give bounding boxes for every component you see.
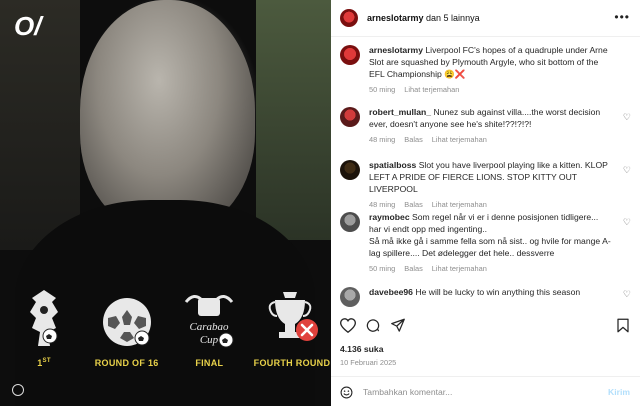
post-side-panel: arneslotarmy dan 5 lainnya ••• arneslota… [331,0,640,406]
avatar[interactable] [340,107,360,127]
see-translation-link[interactable]: Lihat terjemahan [432,264,487,273]
comment-text: spatialboss Slot you have liverpool play… [369,160,608,194]
comment-text: arneslotarmy Liverpool FC's hopes of a q… [369,45,608,79]
caption-comment: arneslotarmy Liverpool FC's hopes of a q… [340,44,620,94]
add-comment-bar: Kirim [331,376,640,407]
list-item: davebee96 He will be lucky to win anythi… [340,286,620,307]
trophy-label-carabao-cup: FINAL [195,358,224,368]
post-comment-button[interactable]: Kirim [608,387,630,397]
carabao-text: Carabao [190,321,230,333]
like-comment-heart-icon[interactable]: ♡ [623,165,631,176]
post-actions [331,314,640,340]
comment-text: robert_mullan_ Nunez sub against villa..… [369,107,601,129]
tagged-user-icon[interactable] [12,384,24,396]
carabao-cup-icon: Carabao Cup [185,295,234,348]
trophy-premier-league: 1ST [8,288,80,368]
comment-time: 48 ming [369,200,396,209]
manager-head [80,0,255,230]
comment-text: davebee96 He will be lucky to win anythi… [369,287,581,297]
comment-time: 48 ming [369,135,396,144]
list-item: spatialboss Slot you have liverpool play… [340,159,620,209]
trophy-row: 1ST ROUND OF 16 Carabao Cup FINAL FOURTH… [8,288,331,368]
like-count[interactable]: 4.136 suka [340,344,383,354]
like-comment-heart-icon[interactable]: ♡ [623,112,631,123]
reply-button[interactable]: Balas [404,135,423,144]
comment-meta: 48 ming Balas Lihat terjemahan [369,135,611,144]
trophy-label-premier-league: 1ST [37,358,51,368]
see-translation-link[interactable]: Lihat terjemahan [404,85,459,94]
comment-time: 50 ming [369,264,396,273]
comments-list[interactable]: arneslotarmy Liverpool FC's hopes of a q… [331,37,640,314]
background-right [256,0,331,240]
like-heart-icon[interactable] [340,318,356,333]
more-options-icon[interactable]: ••• [614,10,630,24]
comment-text: raymobec Som regel når vi er i denne pos… [369,212,611,258]
post-header: arneslotarmy dan 5 lainnya ••• [331,0,640,37]
comment-username[interactable]: davebee96 [369,287,413,297]
cup-text: Cup [200,334,219,346]
avatar[interactable] [340,45,360,65]
share-send-icon[interactable] [390,318,406,333]
trophy-label-champions-league: ROUND OF 16 [94,358,159,368]
like-comment-heart-icon[interactable]: ♡ [623,217,631,228]
comment-time: 50 ming [369,85,396,94]
avatar[interactable] [340,160,360,180]
avatar[interactable] [340,212,360,232]
see-translation-link[interactable]: Lihat terjemahan [432,135,487,144]
comment-username[interactable]: raymobec [369,212,410,222]
comment-username[interactable]: arneslotarmy [369,45,423,55]
comment-username[interactable]: spatialboss [369,160,416,170]
avatar[interactable] [340,287,360,307]
avatar[interactable] [340,9,358,27]
comment-meta: 50 ming Lihat terjemahan [369,85,611,94]
post-image[interactable]: O/ 1ST ROUND OF 16 Carabao Cup FINAL FOU… [0,0,331,406]
publisher-logo: O/ [14,11,42,41]
trophy-champions-league: ROUND OF 16 [91,288,163,368]
collaborators-text[interactable]: dan 5 lainnya [424,13,480,23]
reply-button[interactable]: Balas [404,200,423,209]
trophy-fa-cup: FOURTH ROUND [253,288,331,368]
post-author[interactable]: arneslotarmy dan 5 lainnya [367,13,480,23]
comment-bubble-icon[interactable] [365,318,381,333]
see-translation-link[interactable]: Lihat terjemahan [432,200,487,209]
champions-league-ball-icon [102,298,151,346]
post-date: 10 Februari 2025 [340,358,397,367]
comment-input[interactable] [363,385,593,399]
bookmark-save-icon[interactable] [616,318,630,333]
reply-button[interactable]: Balas [404,264,423,273]
premier-league-lion-icon [30,290,58,346]
comment-meta: 50 ming Balas Lihat terjemahan [369,264,611,273]
list-item: robert_mullan_ Nunez sub against villa..… [340,106,620,144]
fa-cup-icon [268,292,318,341]
trophy-label-fa-cup: FOURTH ROUND [253,358,331,368]
emoji-icon[interactable] [340,386,353,399]
comment-username[interactable]: robert_mullan_ [369,107,431,117]
list-item: raymobec Som regel når vi er i denne pos… [340,211,620,273]
author-username[interactable]: arneslotarmy [367,13,424,23]
trophy-carabao-cup: Carabao Cup FINAL [173,288,245,368]
comment-meta: 48 ming Balas Lihat terjemahan [369,200,611,209]
like-comment-heart-icon[interactable]: ♡ [623,289,631,300]
